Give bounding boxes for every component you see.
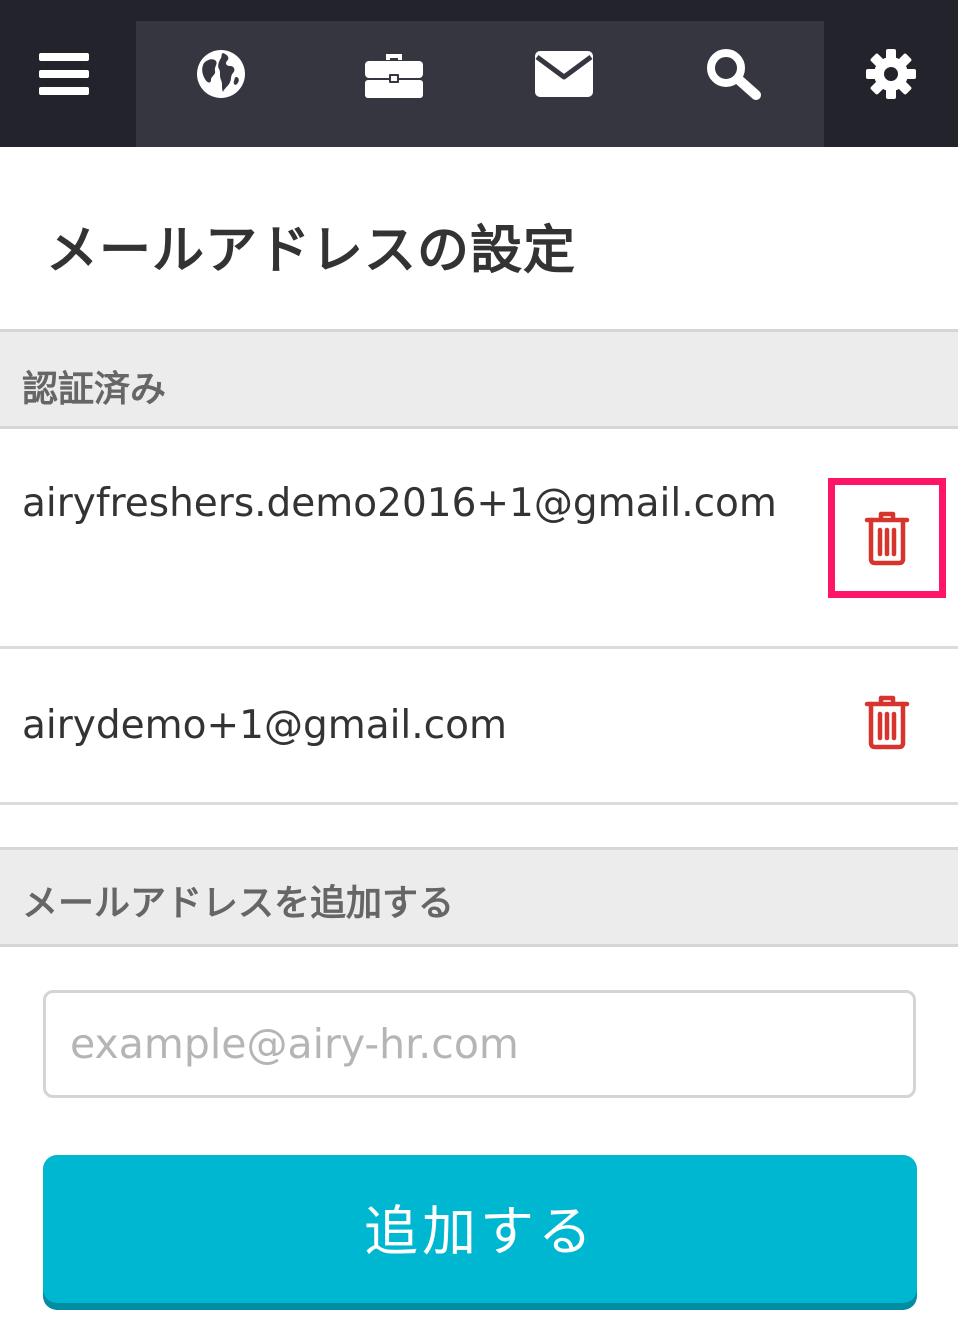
verified-header-label: 認証済み bbox=[22, 369, 167, 410]
top-navbar bbox=[0, 0, 958, 147]
menu-icon bbox=[39, 52, 89, 95]
trash-icon bbox=[864, 695, 910, 750]
menu-button[interactable] bbox=[0, 0, 128, 147]
verified-section-header: 認証済み bbox=[0, 329, 958, 429]
briefcase-icon bbox=[365, 53, 423, 98]
gear-icon bbox=[866, 48, 916, 99]
delete-email-button[interactable] bbox=[828, 662, 946, 782]
email-address: airydemo+1@gmail.com bbox=[22, 703, 507, 748]
email-input[interactable] bbox=[43, 990, 916, 1098]
email-list-item: airyfreshers.demo2016+1@gmail.com bbox=[0, 429, 958, 649]
search-icon bbox=[707, 48, 761, 100]
email-list-item: airydemo+1@gmail.com bbox=[0, 649, 958, 805]
add-email-button[interactable]: 追加する bbox=[43, 1155, 917, 1303]
add-email-header-label: メールアドレスを追加する bbox=[22, 883, 455, 924]
mail-button[interactable] bbox=[489, 0, 639, 147]
add-email-section-header: メールアドレスを追加する bbox=[0, 847, 958, 947]
globe-button[interactable] bbox=[146, 0, 296, 147]
email-address: airyfreshers.demo2016+1@gmail.com bbox=[22, 481, 777, 526]
envelope-icon bbox=[535, 50, 593, 97]
briefcase-button[interactable] bbox=[319, 0, 469, 147]
delete-email-button[interactable] bbox=[828, 478, 946, 598]
trash-icon bbox=[864, 511, 910, 566]
settings-button[interactable] bbox=[824, 0, 958, 147]
search-button[interactable] bbox=[659, 0, 809, 147]
globe-icon bbox=[197, 49, 245, 98]
page-title: メールアドレスの設定 bbox=[46, 221, 577, 281]
